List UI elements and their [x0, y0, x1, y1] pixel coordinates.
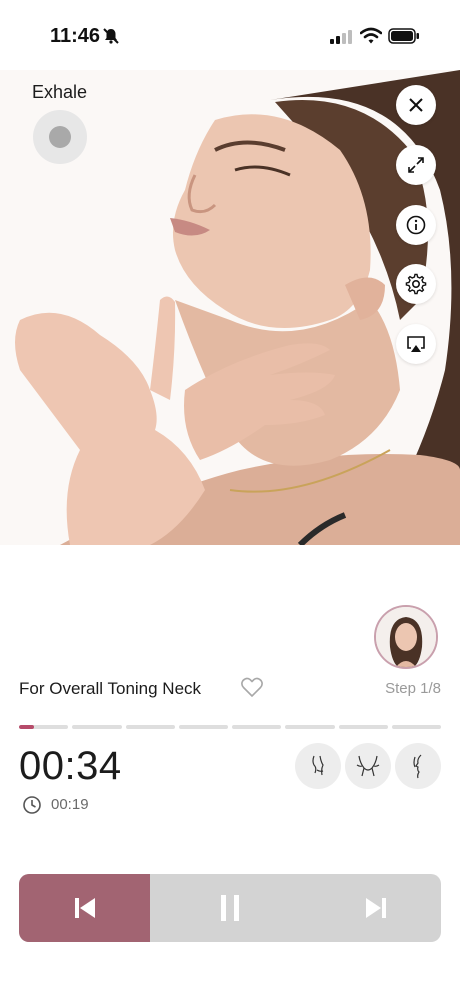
progress-segment — [232, 725, 282, 729]
expand-icon — [408, 157, 424, 173]
pause-icon — [221, 895, 239, 921]
progress-segment — [391, 725, 441, 729]
favorite-heart-icon[interactable] — [240, 676, 264, 698]
airplay-icon — [407, 336, 425, 352]
profile-view-button[interactable] — [395, 743, 441, 789]
skip-previous-icon — [74, 898, 95, 918]
settings-button[interactable] — [396, 264, 436, 304]
close-button[interactable] — [396, 85, 436, 125]
close-icon — [409, 98, 423, 112]
progress-segment — [338, 725, 388, 729]
front-view-button[interactable] — [345, 743, 391, 789]
bell-muted-icon — [103, 28, 119, 44]
pause-button[interactable] — [150, 874, 310, 942]
wifi-icon — [360, 27, 382, 44]
trainer-face — [376, 607, 436, 667]
previous-button[interactable] — [19, 874, 150, 942]
exercise-title: For Overall Toning Neck — [19, 679, 202, 698]
elapsed-time: 00:19 — [51, 796, 89, 813]
profile-view-icon — [413, 754, 422, 779]
status-bar: 11:46 — [0, 0, 460, 70]
progress-segment-fill — [19, 725, 34, 729]
info-icon — [406, 215, 426, 235]
progress-segment — [125, 725, 175, 729]
progress-segment — [178, 725, 228, 729]
progress-segment — [72, 725, 122, 729]
trainer-avatar[interactable] — [374, 605, 438, 669]
fullscreen-button[interactable] — [396, 145, 436, 185]
gear-icon — [405, 273, 427, 295]
exercise-progress — [19, 725, 441, 729]
step-counter: Step 1/8 — [385, 680, 441, 697]
status-time: 11:46 — [50, 25, 101, 47]
airplay-button[interactable] — [396, 324, 436, 364]
breath-dot — [49, 126, 71, 148]
next-button[interactable] — [310, 874, 441, 942]
breath-label: Exhale — [32, 82, 88, 102]
skip-next-icon — [365, 898, 386, 918]
breath-indicator — [33, 110, 87, 164]
playback-bar[interactable] — [19, 874, 441, 942]
cellular-signal-icon — [330, 30, 352, 44]
progress-segment — [285, 725, 335, 729]
side-view-icon — [312, 755, 324, 776]
info-button[interactable] — [396, 205, 436, 245]
front-view-icon — [356, 755, 380, 777]
clock-icon — [23, 796, 41, 814]
side-view-button[interactable] — [295, 743, 341, 789]
battery-icon — [388, 28, 419, 44]
progress-segment — [19, 725, 69, 729]
main-timer: 00:34 — [19, 744, 122, 788]
exercise-video[interactable]: Exhale — [0, 70, 460, 545]
